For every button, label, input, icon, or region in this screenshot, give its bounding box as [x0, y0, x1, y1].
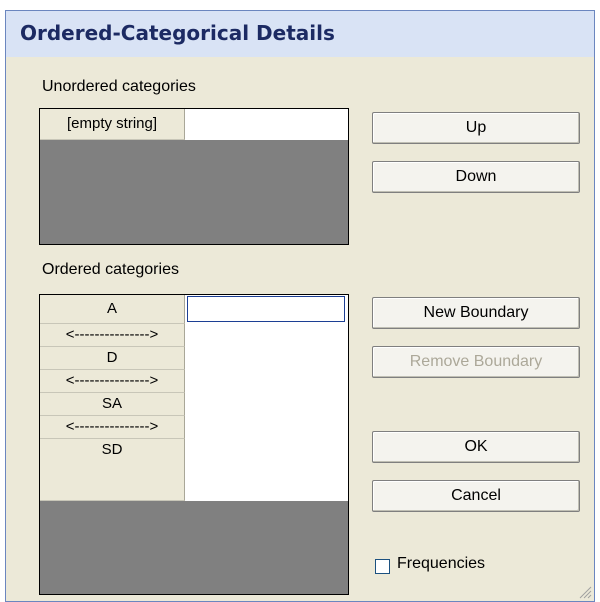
resize-grip-icon[interactable]	[578, 585, 592, 599]
dialog-title: Ordered-Categorical Details	[20, 21, 335, 45]
down-button[interactable]: Down	[372, 161, 580, 193]
boundary-row-header[interactable]: <--------------->	[40, 416, 185, 439]
frequencies-checkbox[interactable]	[375, 559, 390, 574]
ordered-row-header[interactable]: SD	[40, 439, 185, 501]
ordered-row-header[interactable]: SA	[40, 393, 185, 416]
ordered-categorical-dialog: Ordered-Categorical Details Unordered ca…	[5, 10, 595, 602]
cancel-button[interactable]: Cancel	[372, 480, 580, 512]
boundary-row-header[interactable]: <--------------->	[40, 370, 185, 393]
active-cell-editor[interactable]	[187, 296, 345, 322]
unordered-categories-grid[interactable]: [empty string]	[39, 108, 349, 245]
boundary-row-header[interactable]: <--------------->	[40, 324, 185, 347]
unordered-categories-label: Unordered categories	[42, 78, 196, 95]
remove-boundary-button[interactable]: Remove Boundary	[372, 346, 580, 378]
ordered-row-header[interactable]: D	[40, 347, 185, 370]
new-boundary-button[interactable]: New Boundary	[372, 297, 580, 329]
title-bar: Ordered-Categorical Details	[6, 11, 594, 57]
ordered-categories-label: Ordered categories	[42, 261, 179, 278]
up-button[interactable]: Up	[372, 112, 580, 144]
unordered-row-header[interactable]: [empty string]	[40, 109, 185, 140]
ok-button[interactable]: OK	[372, 431, 580, 463]
frequencies-label: Frequencies	[397, 555, 486, 572]
unordered-row-cell[interactable]	[185, 109, 348, 140]
ordered-categories-grid[interactable]: A <---------------> D <---------------> …	[39, 294, 349, 595]
ordered-row-header[interactable]: A	[40, 295, 185, 324]
ordered-values-column[interactable]	[185, 295, 348, 501]
